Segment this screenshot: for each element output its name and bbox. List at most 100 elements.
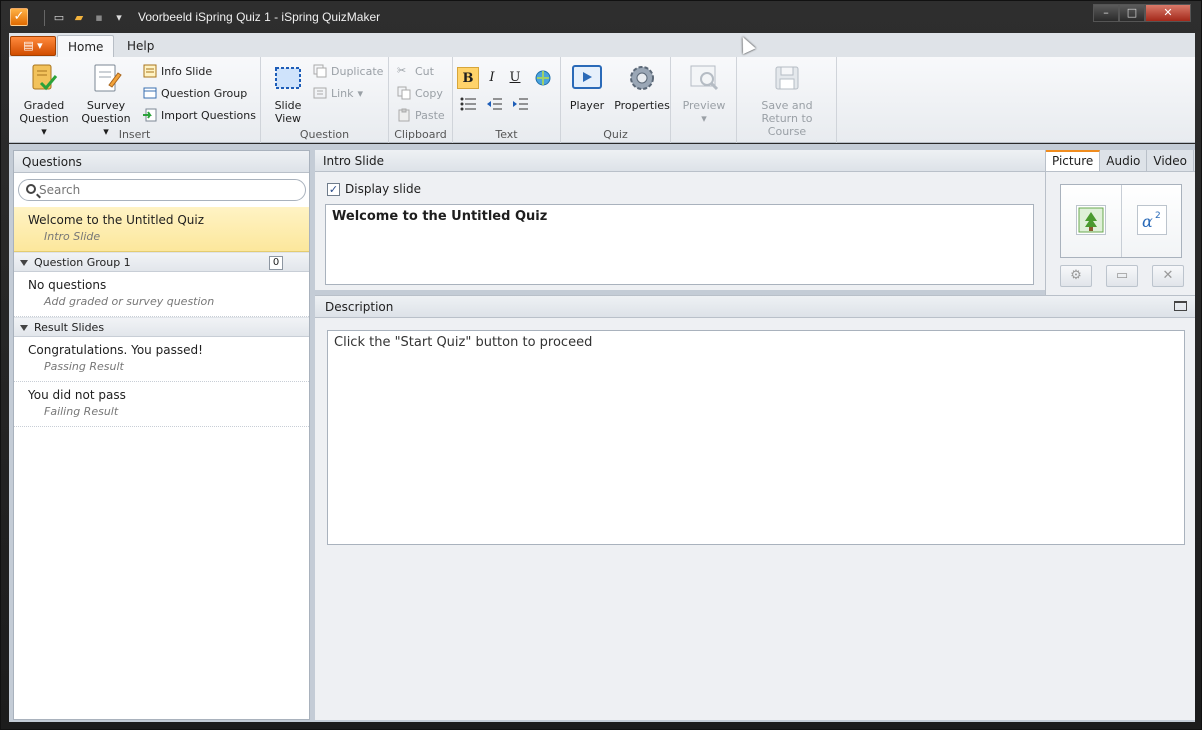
increase-indent-icon[interactable] <box>509 93 531 115</box>
media-panel: Picture Audio Video α2 ⚙ ▭ ✕ <box>1045 150 1195 295</box>
questions-panel-header: Questions <box>14 151 309 173</box>
duplicate-icon <box>313 64 327 78</box>
list-item-subtitle: Failing Result <box>44 405 119 418</box>
survey-question-button[interactable]: Survey Question ▾ <box>79 61 133 138</box>
description-text-field[interactable]: Click the "Start Quiz" button to proceed <box>327 330 1185 545</box>
question-group-label: Question Group <box>161 86 248 100</box>
description-title: Description <box>325 300 394 314</box>
player-button[interactable]: Player <box>561 61 613 112</box>
minimize-button[interactable]: – <box>1093 4 1119 22</box>
tab-home[interactable]: Home <box>57 35 115 57</box>
close-button[interactable]: ✕ <box>1145 4 1191 22</box>
scissors-icon: ✂ <box>397 64 407 77</box>
paste-label: Paste <box>415 108 445 122</box>
tab-help[interactable]: Help <box>117 35 164 57</box>
result-slides-label: Result Slides <box>34 321 105 334</box>
graded-question-label: Graded Question <box>19 99 69 125</box>
list-item-subtitle: Intro Slide <box>44 230 101 243</box>
cut-button[interactable]: ✂ Cut <box>397 61 434 81</box>
graded-question-button[interactable]: Graded Question ▾ <box>17 61 71 138</box>
paste-button[interactable]: Paste <box>397 105 445 125</box>
collapse-triangle-icon[interactable] <box>20 260 28 266</box>
search-input[interactable] <box>39 182 299 198</box>
list-item-empty-group[interactable]: No questions Add graded or survey questi… <box>14 272 309 317</box>
svg-text:α: α <box>1142 212 1153 231</box>
question-group-name: Question Group 1 <box>34 256 131 269</box>
list-item-failing-result[interactable]: You did not pass Failing Result <box>14 382 309 427</box>
properties-label: Properties <box>614 99 670 112</box>
preview-label: Preview <box>682 99 726 112</box>
question-group-button[interactable]: Question Group <box>143 83 247 103</box>
duplicate-label: Duplicate <box>331 64 384 78</box>
info-slide-button[interactable]: Info Slide <box>143 61 212 81</box>
ribbon-group-quiz: Player Properties Quiz <box>561 57 671 143</box>
save-return-button[interactable]: Save and Return to Course <box>743 61 831 138</box>
quiz-group-label: Quiz <box>603 128 628 141</box>
intro-slide-editor: Intro Slide ✓ Display slide Welcome to t… <box>315 150 1045 290</box>
italic-button[interactable]: I <box>481 67 503 89</box>
app-window: ✓ ▭ ▰ ▪ ▾ Voorbeeld iSpring Quiz 1 - iSp… <box>0 0 1202 730</box>
tab-video[interactable]: Video <box>1147 150 1195 171</box>
slide-view-button[interactable]: Slide View <box>261 61 315 125</box>
preview-button[interactable]: Preview ▾ <box>677 61 731 125</box>
result-slides-row[interactable]: Result Slides <box>14 317 309 337</box>
save-disk-icon[interactable]: ▪ <box>90 10 108 26</box>
tab-picture[interactable]: Picture <box>1046 150 1101 171</box>
media-drop-area: α2 <box>1060 184 1182 258</box>
ribbon-group-save: Save and Return to Course <box>737 57 837 143</box>
import-questions-button[interactable]: Import Questions <box>143 105 256 125</box>
ribbon: Graded Question ▾ Survey Question ▾ Info… <box>9 57 1195 143</box>
copy-label: Copy <box>415 86 443 100</box>
save-disk-return-icon <box>770 61 804 95</box>
paste-icon <box>397 108 411 122</box>
media-open-folder-icon[interactable]: ▭ <box>1106 265 1138 287</box>
maximize-panel-icon[interactable] <box>1174 301 1187 311</box>
tab-audio[interactable]: Audio <box>1100 150 1148 171</box>
media-settings-gear-icon[interactable]: ⚙ <box>1060 265 1092 287</box>
new-file-icon[interactable]: ▭ <box>50 10 68 26</box>
maximize-button[interactable]: □ <box>1119 4 1145 22</box>
graded-question-icon <box>27 61 61 95</box>
display-slide-checkbox[interactable]: ✓ <box>327 183 340 196</box>
duplicate-button[interactable]: Duplicate <box>313 61 383 81</box>
application-menu-button[interactable]: ▤ ▾ <box>10 36 56 56</box>
decrease-indent-icon[interactable] <box>483 93 505 115</box>
copy-button[interactable]: Copy <box>397 83 443 103</box>
survey-question-label: Survey Question <box>81 99 131 125</box>
bullet-list-icon[interactable] <box>457 93 479 115</box>
ribbon-tab-row: ▤ ▾ Home Help <box>9 33 1195 57</box>
preview-icon <box>687 61 721 95</box>
qat-separator <box>44 10 45 26</box>
info-slide-label: Info Slide <box>161 64 213 78</box>
search-icon <box>26 184 36 194</box>
window-controls: – □ ✕ <box>1093 4 1191 24</box>
bold-button[interactable]: B <box>457 67 479 89</box>
search-box[interactable] <box>18 179 306 201</box>
insert-formula-icon[interactable]: α2 <box>1137 205 1167 235</box>
qat-customize-icon[interactable]: ▾ <box>110 10 128 26</box>
list-item-passing-result[interactable]: Congratulations. You passed! Passing Res… <box>14 337 309 382</box>
insert-group-label: Insert <box>118 128 151 141</box>
ribbon-group-text: B I U Text <box>453 57 561 143</box>
display-slide-label[interactable]: Display slide <box>345 182 421 196</box>
hyperlink-icon[interactable] <box>532 67 554 89</box>
list-item-subtitle: Add graded or survey question <box>44 295 215 308</box>
slide-title-field[interactable]: Welcome to the Untitled Quiz <box>325 204 1034 285</box>
ribbon-group-clipboard: ✂ Cut Copy Paste Clipboard <box>389 57 453 143</box>
ribbon-group-question: Slide View Duplicate Link ▾ Question <box>261 57 389 143</box>
question-group-row[interactable]: Question Group 1 0 <box>14 252 309 272</box>
properties-button[interactable]: Properties <box>611 61 673 112</box>
insert-picture-icon[interactable] <box>1076 205 1106 235</box>
media-delete-close-icon[interactable]: ✕ <box>1152 265 1184 287</box>
underline-button[interactable]: U <box>504 67 526 89</box>
app-logo-icon[interactable]: ✓ <box>10 8 28 26</box>
import-questions-icon <box>143 108 157 122</box>
media-toolbar: ⚙ ▭ ✕ <box>1060 265 1184 289</box>
link-button[interactable]: Link ▾ <box>313 83 363 103</box>
svg-text:2: 2 <box>1155 211 1161 221</box>
list-item-subtitle: Passing Result <box>44 360 124 373</box>
list-item-intro-slide[interactable]: Welcome to the Untitled Quiz Intro Slide <box>14 207 309 252</box>
ribbon-group-preview: Preview ▾ <box>671 57 737 143</box>
open-folder-icon[interactable]: ▰ <box>70 10 88 26</box>
collapse-triangle-icon[interactable] <box>20 325 28 331</box>
